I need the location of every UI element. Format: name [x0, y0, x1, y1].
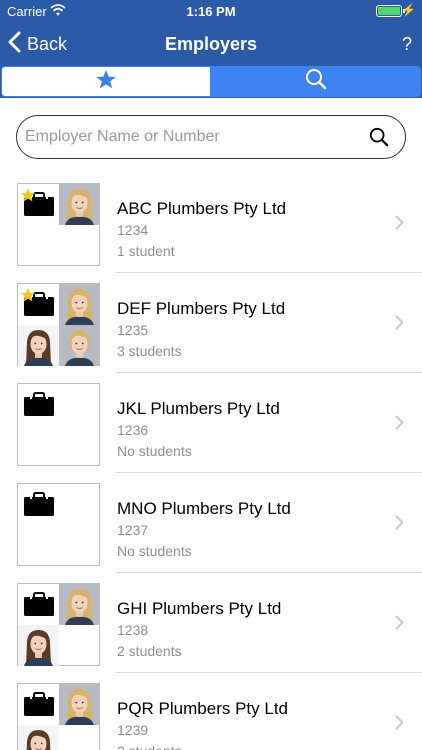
- navigation-bar: Back Employers ?: [0, 22, 422, 66]
- student-photo-slot-2: [18, 525, 59, 566]
- briefcase-cell: [18, 484, 59, 525]
- employer-row[interactable]: MNO Plumbers Pty Ltd 1237 No students: [0, 473, 422, 573]
- student-photo-slot-2: [18, 725, 59, 750]
- status-time: 1:16 PM: [186, 4, 236, 19]
- search-icon: [305, 68, 327, 95]
- search-input[interactable]: [25, 122, 355, 152]
- employer-thumbnail: [17, 483, 100, 566]
- chevron-right-icon: [395, 715, 404, 735]
- briefcase-icon: [24, 492, 54, 521]
- student-count: 1 student: [117, 243, 175, 259]
- employer-name: MNO Plumbers Pty Ltd: [117, 499, 291, 518]
- student-photo-slot-2: [18, 225, 59, 266]
- chevron-right-icon: [395, 415, 404, 435]
- student-photo: [59, 584, 100, 630]
- briefcase-icon: [24, 692, 54, 721]
- student-count: 3 students: [117, 343, 182, 359]
- battery-icon: [376, 5, 402, 17]
- employer-row[interactable]: JKL Plumbers Pty Ltd 1236 No students: [0, 373, 422, 473]
- favorite-star-icon: [20, 187, 36, 208]
- employer-row[interactable]: PQR Plumbers Pty Ltd 1239 2 students: [0, 673, 422, 750]
- student-photo-slot-2: [18, 625, 59, 666]
- charging-icon: ⚡: [401, 3, 416, 17]
- employer-thumbnail: [17, 183, 100, 266]
- student-count: 2 students: [117, 743, 182, 750]
- employer-name: PQR Plumbers Pty Ltd: [117, 699, 289, 718]
- employer-name: DEF Plumbers Pty Ltd: [117, 299, 286, 318]
- employer-number: 1238: [117, 622, 149, 638]
- favorite-star-icon: [20, 287, 36, 308]
- help-button[interactable]: ?: [402, 34, 412, 55]
- student-count: 2 students: [117, 643, 182, 659]
- briefcase-icon: [24, 392, 54, 421]
- student-photo-slot-2: [18, 425, 59, 466]
- student-photo-slot-1: [59, 484, 100, 525]
- briefcase-cell: [18, 184, 59, 225]
- student-photo-slot-3: [59, 725, 100, 750]
- chevron-right-icon: [395, 615, 404, 635]
- magnifier-icon: [369, 127, 389, 147]
- student-photo-slot-3: [59, 425, 100, 466]
- status-bar: Carrier 1:16 PM ⚡: [0, 0, 422, 22]
- briefcase-icon: [24, 592, 54, 621]
- employer-thumbnail: [17, 383, 100, 466]
- student-photo: [18, 325, 59, 371]
- employer-thumbnail: [17, 283, 100, 366]
- student-photo: [59, 325, 100, 371]
- briefcase-cell: [18, 284, 59, 325]
- student-photo-slot-1: [59, 184, 100, 225]
- employer-number: 1237: [117, 522, 149, 538]
- student-photo: [18, 725, 59, 750]
- employer-name: ABC Plumbers Pty Ltd: [117, 199, 287, 218]
- chevron-right-icon: [395, 215, 404, 235]
- star-icon: [95, 69, 117, 95]
- employer-number: 1234: [117, 222, 149, 238]
- segmented-control: [0, 66, 422, 98]
- student-photo-slot-2: [18, 325, 59, 366]
- student-count: No students: [117, 443, 192, 459]
- search-box: [16, 115, 406, 159]
- student-photo: [59, 684, 100, 730]
- tab-search[interactable]: [211, 66, 421, 97]
- page-title: Employers: [164, 34, 258, 54]
- tab-favorites[interactable]: [1, 66, 211, 97]
- student-photo-slot-1: [59, 284, 100, 325]
- student-photo-slot-3: [59, 325, 100, 366]
- chevron-right-icon: [395, 515, 404, 535]
- student-photo-slot-3: [59, 525, 100, 566]
- student-count: No students: [117, 543, 192, 559]
- employer-number: 1236: [117, 422, 149, 438]
- employer-row[interactable]: ABC Plumbers Pty Ltd 1234 1 student: [0, 173, 422, 273]
- student-photo-slot-1: [59, 684, 100, 725]
- student-photo-slot-3: [59, 625, 100, 666]
- employer-row[interactable]: DEF Plumbers Pty Ltd 1235 3 students: [0, 273, 422, 373]
- employer-name: GHI Plumbers Pty Ltd: [117, 599, 282, 618]
- employer-name: JKL Plumbers Pty Ltd: [117, 399, 280, 418]
- chevron-right-icon: [395, 315, 404, 335]
- employer-list: ABC Plumbers Pty Ltd 1234 1 student DEF …: [0, 173, 422, 750]
- briefcase-cell: [18, 384, 59, 425]
- employer-thumbnail: [17, 683, 100, 750]
- student-photo-slot-1: [59, 584, 100, 625]
- employer-number: 1239: [117, 722, 149, 738]
- employer-thumbnail: [17, 583, 100, 666]
- employer-row[interactable]: GHI Plumbers Pty Ltd 1238 2 students: [0, 573, 422, 673]
- briefcase-cell: [18, 584, 59, 625]
- student-photo: [18, 625, 59, 671]
- student-photo: [59, 184, 100, 230]
- briefcase-cell: [18, 684, 59, 725]
- search-button[interactable]: [369, 127, 389, 152]
- employer-number: 1235: [117, 322, 149, 338]
- student-photo-slot-1: [59, 384, 100, 425]
- student-photo-slot-3: [59, 225, 100, 266]
- student-photo: [59, 284, 100, 330]
